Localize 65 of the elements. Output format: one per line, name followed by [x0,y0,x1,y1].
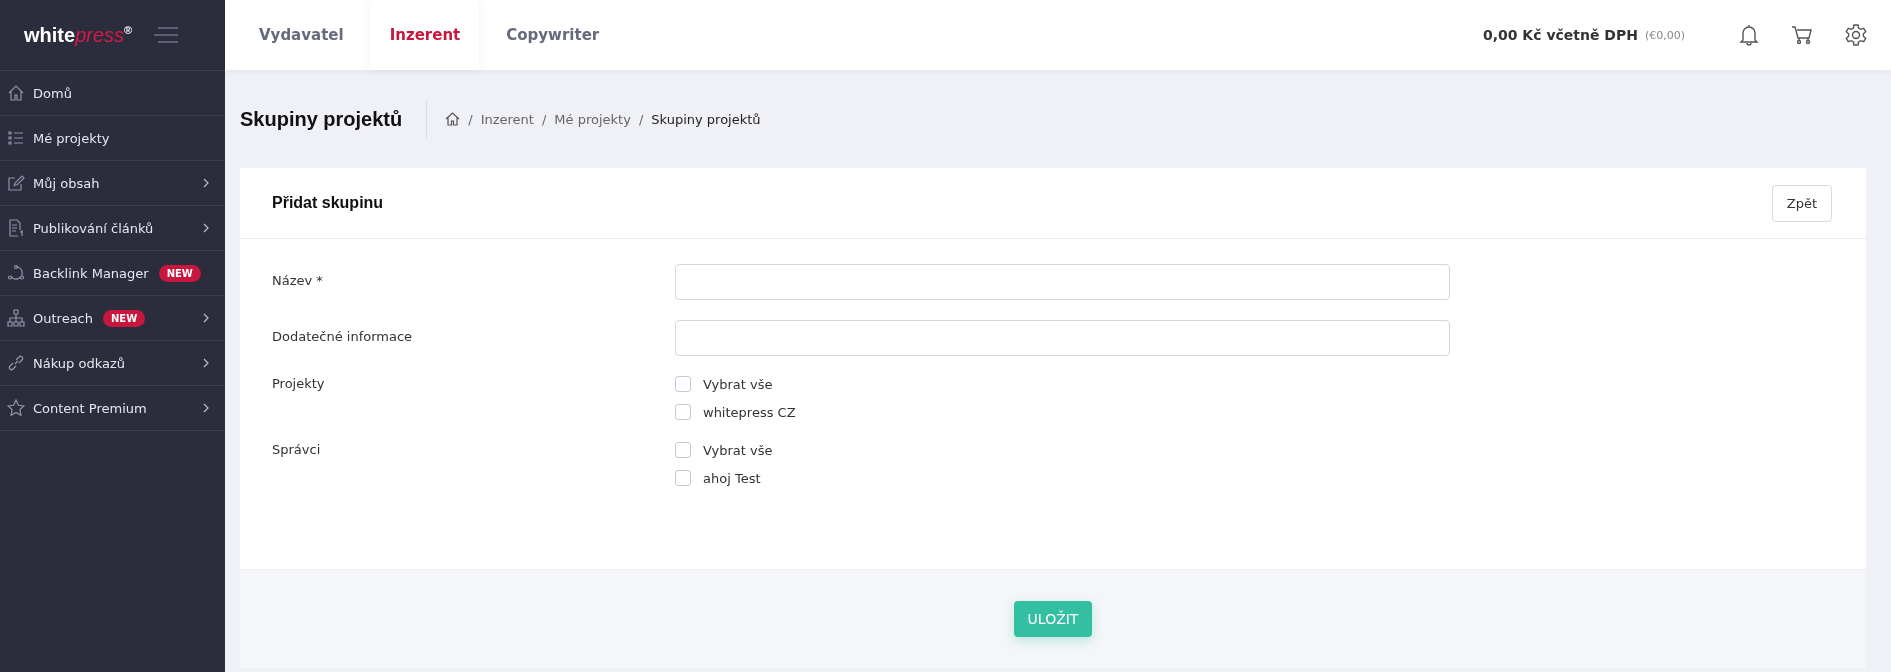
chevron-right-icon [203,358,209,368]
breadcrumb-separator: / [468,111,473,127]
chevron-right-icon [203,223,209,233]
sidebar-item[interactable]: Publikování článků [0,206,225,251]
hierarchy-icon [7,309,25,327]
breadcrumb-link[interactable]: Inzerent [480,111,534,127]
sidebar-label: Publikování článků [33,220,154,236]
checkbox[interactable] [675,442,691,458]
top-tab[interactable]: Vydavatel [240,0,363,70]
breadcrumb-separator: / [541,111,547,127]
balance-euro: (€0,00) [1644,28,1685,42]
star-icon [7,399,25,417]
input-field[interactable] [675,264,1450,300]
breadcrumb-separator: / [638,111,644,127]
field-label: Správci [272,442,322,459]
edit-icon [7,174,25,192]
sidebar-label: Backlink Manager [33,265,149,281]
network-icon [7,264,25,282]
checkbox-label: whitepress CZ [703,404,796,420]
chevron-right-icon [203,403,209,413]
document-icon [7,219,25,237]
sidebar-item[interactable]: Můj obsah [0,161,225,206]
checkbox[interactable] [675,376,691,392]
page-title: Skupiny projektů [240,100,428,138]
back-button[interactable]: Zpět [1771,184,1832,222]
field-label: Název * [272,272,324,290]
sidebar-item[interactable]: Mé projekty [0,116,225,161]
bell-icon[interactable] [1739,24,1759,46]
field-label: Projekty [272,376,326,393]
sidebar-label: Mé projekty [33,130,110,146]
breadcrumb-current: Skupiny projektů [651,111,761,127]
top-tab[interactable]: Copywriter [487,0,619,70]
link-icon [7,354,25,372]
input-field[interactable] [675,320,1450,356]
whitepress-logo[interactable]: whitepress$^{®}$ [24,23,133,47]
sidebar-label: Domů [33,85,72,101]
card-title: Přidat skupinu [272,194,384,212]
sidebar-label: Content Premium [33,400,147,416]
new-badge: NEW [158,264,201,282]
chevron-right-icon [203,313,209,323]
home-icon [7,84,25,102]
home-icon[interactable] [445,112,461,126]
sidebar-item[interactable]: Content Premium [0,386,225,431]
list-icon [7,129,25,147]
sidebar-label: Nákup odkazů [33,355,125,371]
sidebar-item[interactable]: Outreach NEW [0,296,225,341]
chevron-right-icon [203,178,209,188]
balance-amount: 0,00 Kč včetně DPH [1482,27,1638,43]
checkbox-label: ahoj Test [703,470,761,486]
menu-icon[interactable] [154,27,179,43]
sidebar-item[interactable]: Backlink Manager NEW [0,251,225,296]
checkbox[interactable] [675,404,691,420]
sidebar-label: Outreach [33,310,93,326]
breadcrumb-link[interactable]: Mé projekty [554,111,631,127]
checkbox[interactable] [675,470,691,486]
checkbox-label: Vybrat vše [703,376,773,392]
top-tab[interactable]: Inzerent [370,0,480,70]
sidebar-item[interactable]: Domů [0,71,225,116]
cart-icon[interactable] [1791,25,1813,45]
settings-icon[interactable] [1845,24,1867,46]
sidebar-label: Můj obsah [33,175,100,191]
sidebar-item[interactable]: Nákup odkazů [0,341,225,386]
field-label: Dodatečné informace [272,328,414,346]
new-badge: NEW [103,309,146,327]
checkbox-label: Vybrat vše [703,442,773,458]
